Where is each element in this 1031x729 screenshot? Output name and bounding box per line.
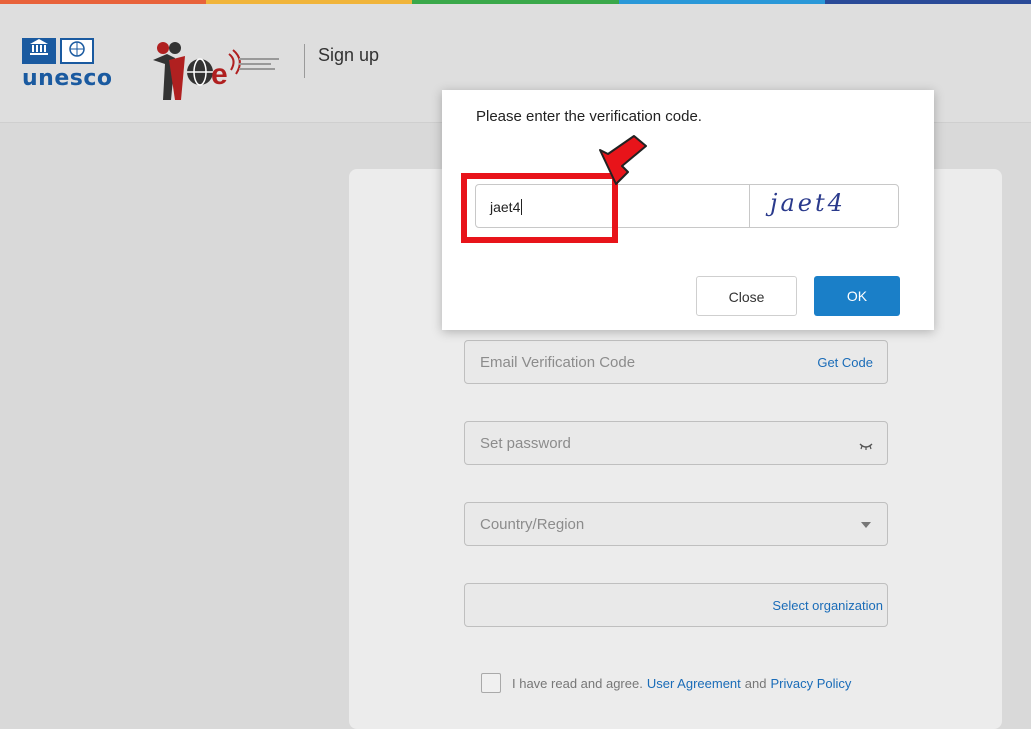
organization-field[interactable]: Select organization (464, 583, 888, 627)
eye-closed-icon[interactable] (859, 438, 873, 456)
password-placeholder: Set password (480, 435, 571, 452)
ok-button[interactable]: OK (814, 276, 900, 316)
password-field[interactable]: Set password (464, 421, 888, 465)
email-code-placeholder: Email Verification Code (480, 354, 636, 371)
agreement-row: I have read and agree. User Agreement an… (481, 673, 855, 693)
unesco-wordmark: unesco (22, 66, 113, 91)
agree-text: I have read and agree. (512, 675, 643, 691)
country-placeholder: Country/Region (480, 516, 585, 533)
header-divider (304, 44, 305, 78)
dialog-message: Please enter the verification code. (476, 108, 702, 125)
unesco-logo[interactable]: unesco (22, 38, 113, 91)
captcha-image[interactable]: jaet4 (749, 185, 898, 227)
get-code-link[interactable]: Get Code (817, 355, 873, 370)
chevron-down-icon (861, 522, 871, 528)
agree-checkbox[interactable] (481, 673, 501, 693)
commission-icon (60, 38, 94, 64)
email-code-field[interactable]: Email Verification Code Get Code (464, 340, 888, 384)
country-select[interactable]: Country/Region (464, 502, 888, 546)
temple-icon (22, 38, 56, 64)
captcha-text: jaet4 (770, 189, 846, 217)
pointer-arrow-icon (594, 132, 664, 193)
select-organization-link[interactable]: Select organization (772, 598, 883, 613)
svg-text:e: e (211, 58, 228, 91)
page-title: Sign up (318, 45, 380, 65)
user-agreement-link[interactable]: User Agreement (647, 676, 741, 691)
iioe-logo[interactable]: e (145, 40, 285, 104)
close-button[interactable]: Close (696, 276, 797, 316)
privacy-policy-link[interactable]: Privacy Policy (770, 676, 851, 691)
and-text: and (744, 675, 767, 691)
